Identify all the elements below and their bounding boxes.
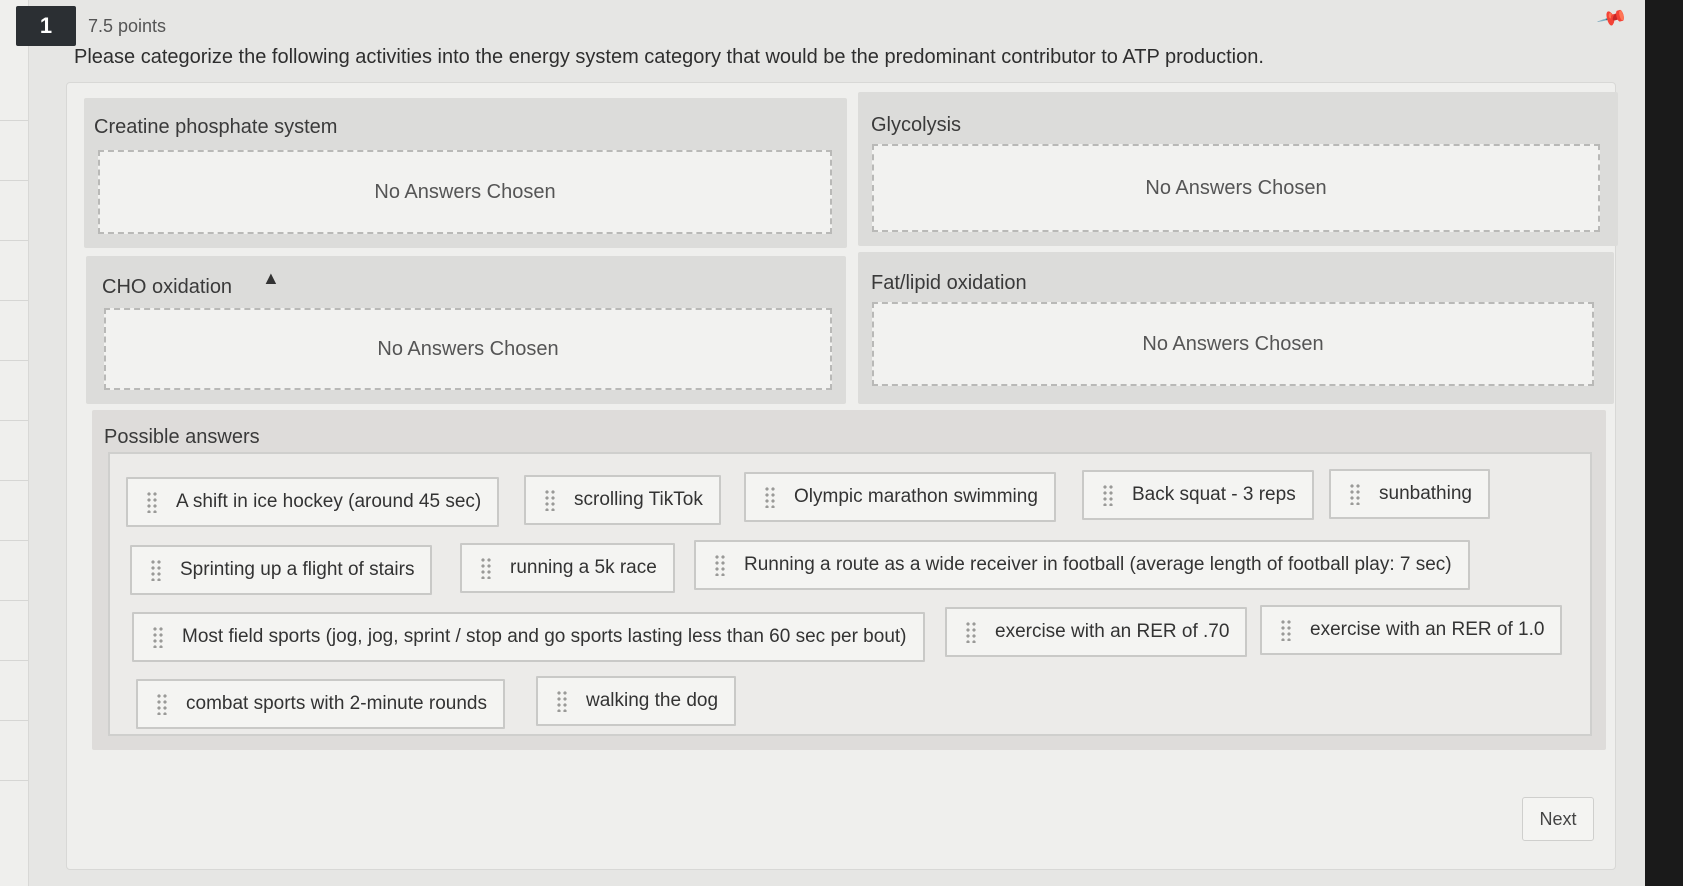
- answer-label: exercise with an RER of 1.0: [1310, 619, 1545, 640]
- question-prompt: Please categorize the following activiti…: [74, 46, 1264, 68]
- category-title: CHO oxidation: [102, 276, 233, 298]
- answer-label: Sprinting up a flight of stairs: [180, 559, 415, 580]
- answer-chip[interactable]: running a 5k race: [460, 543, 675, 593]
- answer-chip[interactable]: exercise with an RER of .70: [945, 607, 1248, 657]
- drag-handle-icon[interactable]: [714, 554, 726, 576]
- dropzone-creatine-phosphate[interactable]: No Answers Chosen: [98, 150, 832, 234]
- answer-label: running a 5k race: [510, 557, 657, 578]
- screen-edge: [1645, 0, 1683, 886]
- answer-chip[interactable]: Sprinting up a flight of stairs: [130, 545, 433, 595]
- question-points: 7.5 points: [88, 16, 167, 36]
- possible-answers-title: Possible answers: [104, 426, 260, 448]
- drag-handle-icon[interactable]: [480, 557, 492, 579]
- answer-chip[interactable]: sunbathing: [1329, 469, 1490, 519]
- drag-handle-icon[interactable]: [764, 486, 776, 508]
- answer-chip[interactable]: Most field sports (jog, jog, sprint / st…: [132, 612, 925, 662]
- answer-chip[interactable]: A shift in ice hockey (around 45 sec): [126, 477, 500, 527]
- drag-handle-icon[interactable]: [1349, 483, 1361, 505]
- answer-label: combat sports with 2-minute rounds: [186, 693, 487, 714]
- dropzone-cho-oxidation[interactable]: No Answers Chosen: [104, 308, 832, 390]
- answer-label: A shift in ice hockey (around 45 sec): [176, 491, 482, 512]
- drag-handle-icon[interactable]: [146, 491, 158, 513]
- dropzone-fat-lipid-oxidation[interactable]: No Answers Chosen: [872, 302, 1594, 386]
- answer-chip[interactable]: walking the dog: [536, 676, 737, 726]
- mouse-pointer-icon: ▲: [262, 268, 280, 288]
- left-margin-strip: [0, 0, 29, 886]
- answer-label: Most field sports (jog, jog, sprint / st…: [182, 626, 907, 647]
- dropzone-glycolysis[interactable]: No Answers Chosen: [872, 144, 1600, 232]
- category-title: Creatine phosphate system: [94, 116, 338, 138]
- answer-label: Olympic marathon swimming: [794, 486, 1038, 507]
- drag-handle-icon[interactable]: [152, 626, 164, 648]
- answer-chip[interactable]: Running a route as a wide receiver in fo…: [694, 540, 1470, 590]
- category-title: Fat/lipid oxidation: [871, 272, 1027, 294]
- pin-icon[interactable]: 📌: [1595, 1, 1629, 35]
- answer-label: walking the dog: [586, 690, 719, 711]
- drag-handle-icon[interactable]: [1102, 484, 1114, 506]
- next-button[interactable]: Next: [1522, 797, 1594, 841]
- answer-chip[interactable]: exercise with an RER of 1.0: [1260, 605, 1563, 655]
- answer-label: Running a route as a wide receiver in fo…: [744, 554, 1452, 575]
- answer-label: sunbathing: [1379, 483, 1472, 504]
- answer-chip[interactable]: Back squat - 3 reps: [1082, 470, 1314, 520]
- answer-label: exercise with an RER of .70: [995, 621, 1230, 642]
- question-number: 1: [16, 6, 76, 46]
- drag-handle-icon[interactable]: [150, 559, 162, 581]
- drag-handle-icon[interactable]: [156, 693, 168, 715]
- drag-handle-icon[interactable]: [1280, 619, 1292, 641]
- drag-handle-icon[interactable]: [544, 489, 556, 511]
- answer-chip[interactable]: combat sports with 2-minute rounds: [136, 679, 505, 729]
- answer-label: Back squat - 3 reps: [1132, 484, 1296, 505]
- drag-handle-icon[interactable]: [556, 690, 568, 712]
- drag-handle-icon[interactable]: [965, 621, 977, 643]
- answer-label: scrolling TikTok: [574, 489, 703, 510]
- answer-chip[interactable]: scrolling TikTok: [524, 475, 721, 525]
- answer-chip[interactable]: Olympic marathon swimming: [744, 472, 1056, 522]
- category-title: Glycolysis: [871, 114, 962, 136]
